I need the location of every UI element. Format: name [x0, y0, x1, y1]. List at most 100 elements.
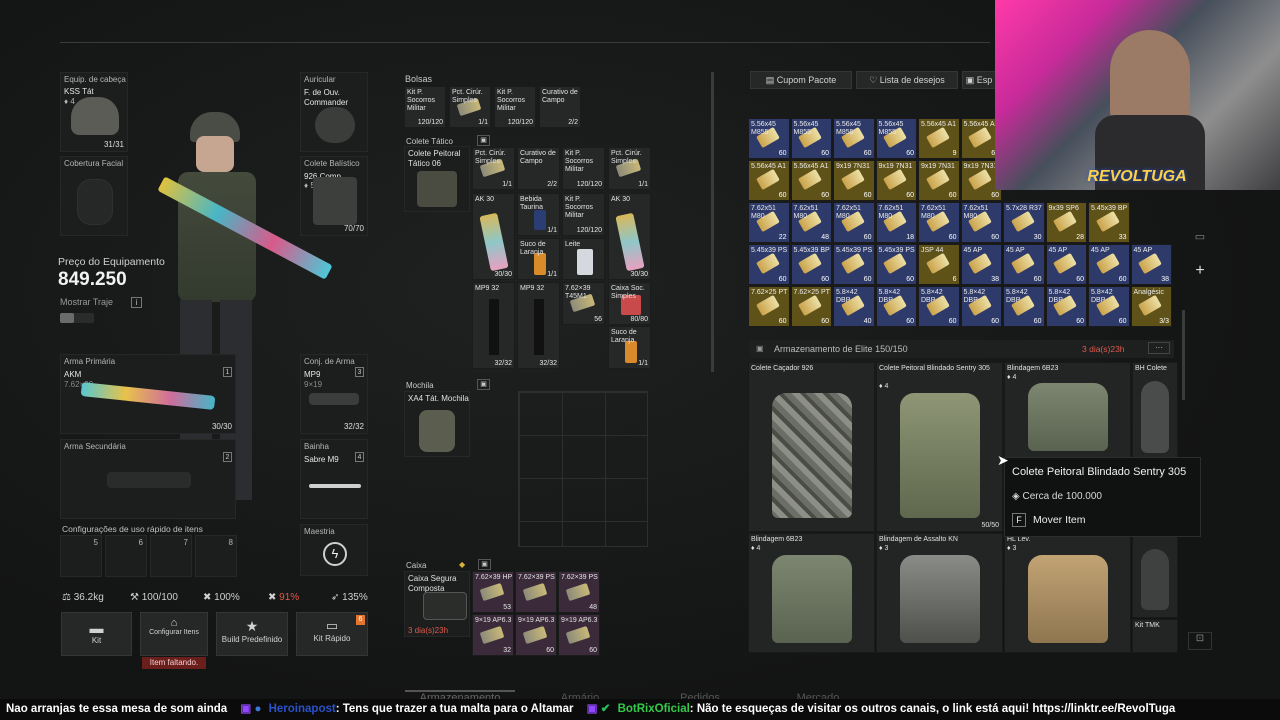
magazine-item[interactable]: MP9 32 32/32: [517, 282, 560, 369]
ammo-item[interactable]: 9x19 7N31 60: [918, 160, 960, 201]
outfit-toggle[interactable]: [60, 313, 94, 323]
vest-item[interactable]: Blindagem 6B23 ♦ 4: [1004, 362, 1131, 462]
ammo-item[interactable]: 5.56x45 M855 60: [875, 118, 917, 159]
ammo-item[interactable]: 5.56x45 A1 60: [748, 160, 790, 201]
ammo-item[interactable]: 5.45x39 PS 60: [748, 244, 790, 285]
ammo-item[interactable]: 45 AP 38: [960, 244, 1002, 285]
vest-item[interactable]: BH Colete: [1132, 362, 1178, 462]
inventory-item[interactable]: Leite: [562, 238, 605, 280]
ammo-item[interactable]: 45 AP 60: [1088, 244, 1130, 285]
ammo-item[interactable]: 9×19 AP6.3 32: [472, 614, 514, 656]
vest-item[interactable]: Blindagem de Assalto KN ♦ 3: [876, 533, 1003, 653]
ammo-item[interactable]: 5.8×42 DBP 40: [833, 286, 875, 327]
ammo-item[interactable]: 7.62x51 M80 60: [918, 202, 960, 243]
ammo-item[interactable]: 5.8×42 DBP 60: [1088, 286, 1130, 327]
vest-item[interactable]: Blindagem 6B23 ♦ 4: [748, 533, 875, 653]
ammo-item[interactable]: 7.62x51 M80 22: [748, 202, 790, 243]
sidearm-slot[interactable]: Conj. de Arma MP9 9×19 3 32/32: [300, 354, 368, 434]
rig-slot[interactable]: Colete Peitoral Tático 06: [404, 146, 470, 212]
ammo-item[interactable]: 7.62×39 HP 53: [472, 571, 514, 613]
ammo-item[interactable]: 45 AP 60: [1045, 244, 1087, 285]
quick-slot[interactable]: 7: [150, 535, 192, 577]
ammo-item[interactable]: 5.8×42 DBP 60: [960, 286, 1002, 327]
coupon-button[interactable]: ▤ Cupom Pacote: [750, 71, 852, 89]
ammo-item[interactable]: 7.62x51 M80 60: [833, 202, 875, 243]
ammo-item[interactable]: 7.62×39 PS 48: [558, 571, 600, 613]
inventory-item[interactable]: Kit P. Socorros Militar 120/120: [494, 86, 536, 128]
build-preset-button[interactable]: ★ Build Predefinido: [216, 612, 288, 656]
ammo-item[interactable]: 9x39 SP6 28: [1045, 202, 1087, 243]
quick-slot[interactable]: 6: [105, 535, 147, 577]
more-icon[interactable]: ···: [1148, 342, 1170, 354]
ammo-item[interactable]: JSP 44 6: [918, 244, 960, 285]
primary-weapon-slot[interactable]: Arma Primária AKM 7.62×39 1 30/30: [60, 354, 236, 434]
ammo-item[interactable]: 7.62x51 M80 60: [960, 202, 1002, 243]
ammo-item[interactable]: 5.7x28 R37 30: [1003, 202, 1045, 243]
backpack-slot[interactable]: XA4 Tát. Mochila: [404, 391, 470, 457]
ammo-item[interactable]: 45 AP 38: [1130, 244, 1172, 285]
ammo-item[interactable]: 5.56x45 M855 60: [790, 118, 832, 159]
vest-item[interactable]: HL Lev. ♦ 3: [1004, 533, 1131, 653]
inventory-item[interactable]: Kit P. Socorros Militar 120/120: [562, 147, 605, 190]
earpiece-slot[interactable]: Auricular F. de Ouv. Commander: [300, 72, 368, 152]
vest-item[interactable]: [1132, 533, 1178, 618]
ammo-item[interactable]: 5.45x39 BP 33: [1088, 202, 1130, 243]
inventory-item[interactable]: Suco de Laranja 1/1: [517, 238, 560, 280]
ammo-item[interactable]: 7.62×39 T45M1 56: [562, 282, 605, 325]
mastery-slot[interactable]: Maestria ϟ: [300, 524, 368, 576]
ammo-item[interactable]: 9×19 AP6.3 60: [558, 614, 600, 656]
scrollbar[interactable]: [711, 72, 714, 372]
inventory-item[interactable]: Kit P. Socorros Militar 120/120: [404, 86, 446, 128]
kit-button[interactable]: ▬ Kit: [61, 612, 132, 656]
inventory-item[interactable]: Pct. Cirúr. Simples 1/1: [472, 147, 515, 190]
info-icon[interactable]: i: [131, 297, 142, 308]
ammo-item[interactable]: 5.8×42 DBP 60: [875, 286, 917, 327]
inventory-item[interactable]: Bebida Taurina 1/1: [517, 193, 560, 236]
wishlist-button[interactable]: ♡ Lista de desejos: [856, 71, 958, 89]
ammo-item[interactable]: 5.8×42 DBP 60: [918, 286, 960, 327]
inventory-item[interactable]: Curativo de Campo 2/2: [539, 86, 581, 128]
ammo-item[interactable]: Analgésic 3/3: [1130, 286, 1172, 327]
ammo-item[interactable]: 9x19 7N31 60: [833, 160, 875, 201]
ammo-item[interactable]: 5.56x45 A1 60: [790, 160, 832, 201]
ammo-item[interactable]: 5.45x39 PS 60: [875, 244, 917, 285]
ammo-item[interactable]: 7.62×25 PT 60: [790, 286, 832, 327]
ammo-item[interactable]: 5.8×42 DBP 60: [1045, 286, 1087, 327]
lock-icon[interactable]: ▣: [477, 379, 490, 390]
ammo-item[interactable]: 5.56x45 M855 60: [748, 118, 790, 159]
quick-slot[interactable]: 5: [60, 535, 102, 577]
armor-slot[interactable]: Colete Balístico 926 Comp. ♦ 5 70/70: [300, 156, 368, 236]
ammo-item[interactable]: 5.45x39 PS 60: [833, 244, 875, 285]
inventory-item[interactable]: Kit P. Socorros Militar 120/120: [562, 193, 605, 236]
helmet-slot[interactable]: Equip. de cabeça KSS Tát ♦ 4 31/31: [60, 72, 128, 152]
inventory-item[interactable]: Pct. Cirúr. Simples 1/1: [608, 147, 651, 190]
inventory-item[interactable]: Curativo de Campo 2/2: [517, 147, 560, 190]
lock-icon[interactable]: ▣: [478, 559, 491, 570]
ammo-item[interactable]: 9x19 7N31 60: [875, 160, 917, 201]
ammo-item[interactable]: 9×19 AP6.3 60: [515, 614, 557, 656]
ammo-item[interactable]: 5.8×42 DBP 60: [1003, 286, 1045, 327]
magazine-item[interactable]: MP9 32 32/32: [472, 282, 515, 369]
storage-icon[interactable]: ▭: [1188, 230, 1212, 248]
scrollbar[interactable]: [1182, 310, 1185, 400]
quick-kit-button[interactable]: ▭ Kit Rápido 6: [296, 612, 368, 656]
ammo-item[interactable]: 5.45x39 BP 60: [790, 244, 832, 285]
quick-slot[interactable]: 8: [195, 535, 237, 577]
lock-icon[interactable]: ▣: [477, 135, 490, 146]
vest-item[interactable]: Colete Caçador 926: [748, 362, 875, 532]
settings-icon[interactable]: ⊡: [1188, 632, 1212, 650]
vest-item[interactable]: Kit TMK: [1132, 619, 1178, 653]
configure-items-button[interactable]: ⌂ Configurar Itens: [140, 612, 208, 656]
ammo-item[interactable]: 7.62×39 PS: [515, 571, 557, 613]
secure-box-slot[interactable]: Caixa Segura Composta 3 dia(s)23h: [404, 571, 470, 637]
backpack-grid[interactable]: [518, 391, 648, 547]
inventory-item[interactable]: Suco de Laranja 1/1: [608, 326, 651, 369]
inventory-item[interactable]: Caixa Soc. Simples 80/80: [608, 282, 651, 325]
add-icon[interactable]: +: [1188, 262, 1212, 284]
magazine-item[interactable]: AK 30 30/30: [472, 193, 515, 280]
secondary-weapon-slot[interactable]: Arma Secundária 2: [60, 439, 236, 519]
ammo-item[interactable]: 5.56x45 M855 60: [833, 118, 875, 159]
ammo-item[interactable]: 7.62x51 M80 48: [790, 202, 832, 243]
ammo-item[interactable]: 7.62x51 M80 18: [875, 202, 917, 243]
ammo-item[interactable]: 45 AP 60: [1003, 244, 1045, 285]
